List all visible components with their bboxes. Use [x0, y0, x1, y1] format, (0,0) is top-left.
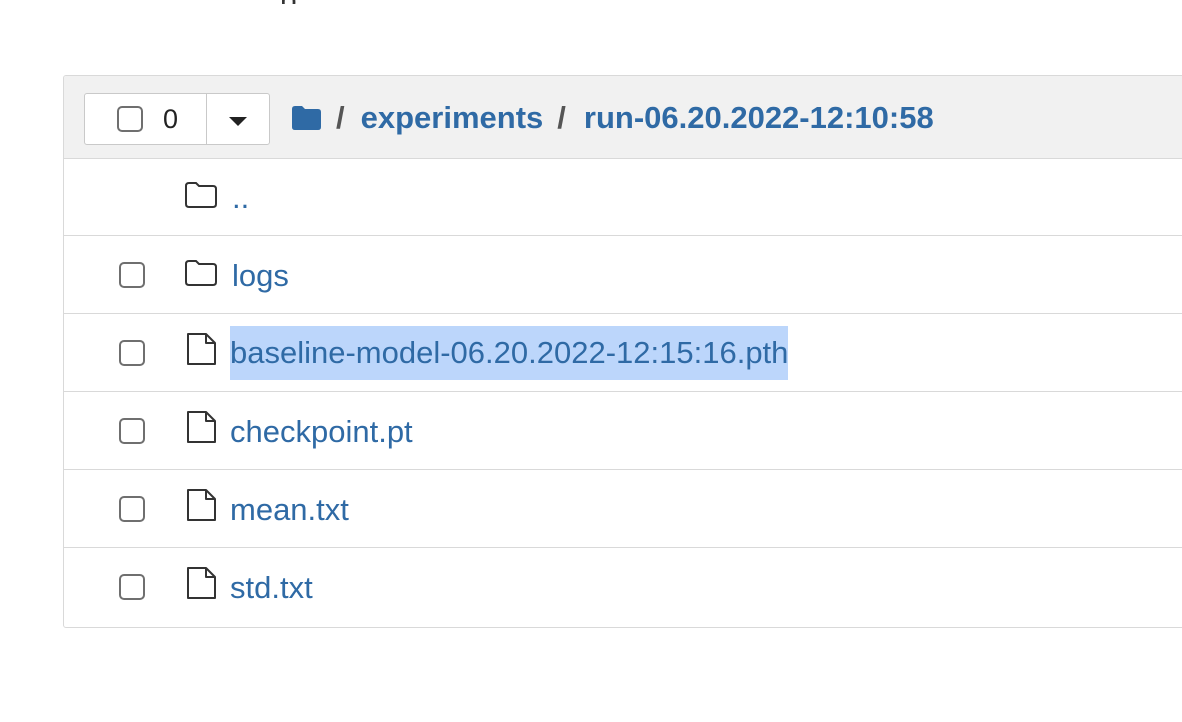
file-outline-icon — [187, 411, 216, 443]
breadcrumb-item-current-run[interactable]: run-06.20.2022-12:10:58 — [584, 100, 934, 136]
select-all-checkbox[interactable] — [117, 106, 143, 132]
folder-outline-icon — [185, 182, 217, 208]
row-checkbox[interactable] — [119, 340, 145, 366]
row-checkbox[interactable] — [119, 418, 145, 444]
file-outline-icon — [187, 567, 216, 599]
breadcrumb-separator: / — [557, 100, 566, 135]
list-item-std[interactable]: std.txt — [64, 548, 1182, 626]
list-item-name[interactable]: logs — [232, 258, 289, 294]
select-button-group: 0 — [84, 93, 270, 145]
list-item-checkpoint[interactable]: checkpoint.pt — [64, 392, 1182, 470]
file-outline-icon — [187, 333, 216, 365]
selection-dropdown-button[interactable] — [207, 94, 269, 144]
list-item-name[interactable]: baseline-model-06.20.2022-12:15:16.pth — [230, 326, 789, 380]
file-browser-panel: 0 / experiments / run-06.20.2022-12:10:5… — [63, 75, 1182, 628]
selected-count: 0 — [163, 103, 179, 134]
select-all-button[interactable]: 0 — [85, 94, 207, 144]
file-browser-header: 0 / experiments / run-06.20.2022-12:10:5… — [64, 76, 1182, 159]
folder-outline-icon — [185, 260, 217, 286]
file-outline-icon — [187, 489, 216, 521]
folder-solid-icon[interactable] — [290, 105, 322, 131]
list-item-baseline-model[interactable]: baseline-model-06.20.2022-12:15:16.pth — [64, 314, 1182, 392]
breadcrumb: / experiments / run-06.20.2022-12:10:58 — [290, 96, 934, 140]
row-checkbox[interactable] — [119, 262, 145, 288]
breadcrumb-separator: / — [336, 100, 345, 135]
list-item-mean[interactable]: mean.txt — [64, 470, 1182, 548]
clipped-top-text: p — [280, 0, 300, 4]
caret-down-icon — [229, 116, 247, 126]
breadcrumb-item-experiments[interactable]: experiments — [361, 100, 544, 136]
list-item-name[interactable]: mean.txt — [230, 492, 349, 528]
list-item-name[interactable]: checkpoint.pt — [230, 414, 413, 450]
list-item-name[interactable]: .. — [232, 180, 249, 216]
row-checkbox[interactable] — [119, 574, 145, 600]
row-checkbox[interactable] — [119, 496, 145, 522]
list-item-parent[interactable]: .. — [64, 158, 1182, 236]
list-item-logs[interactable]: logs — [64, 236, 1182, 314]
list-item-name[interactable]: std.txt — [230, 570, 313, 606]
